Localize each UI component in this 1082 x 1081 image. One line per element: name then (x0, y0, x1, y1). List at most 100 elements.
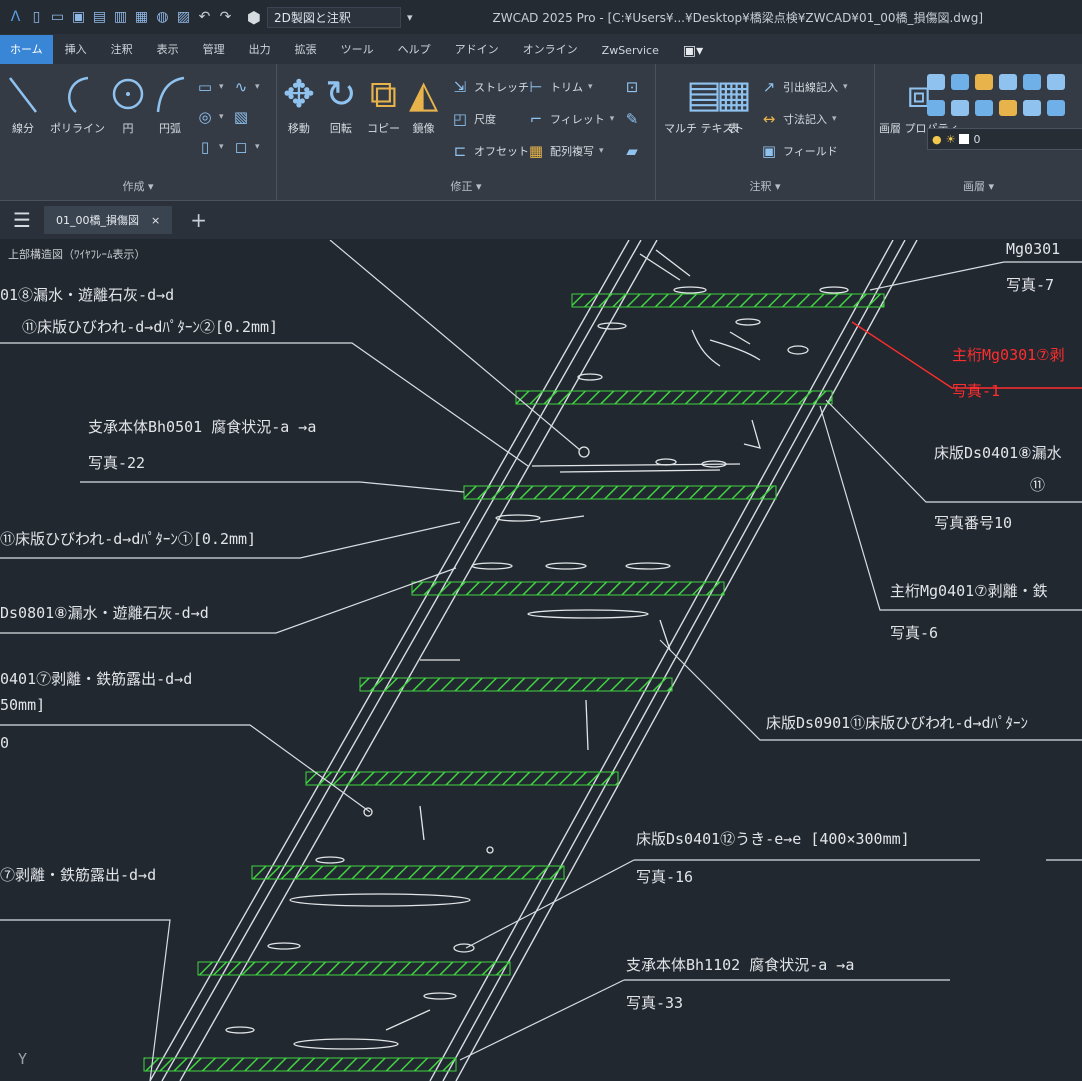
annotation-red-1: 主桁Mg0301⑦剥 (952, 346, 1065, 364)
circle-icon (112, 78, 144, 110)
ribbon-tab-6[interactable]: 拡張 (283, 41, 329, 64)
mirror-icon: ◭ (409, 72, 439, 116)
annotation-12: 写真-16 (636, 868, 694, 886)
annotation-3: 支承本体Bh0501 腐食状況-a →a (88, 418, 317, 436)
ribbon-tab-2[interactable]: 注釈 (99, 41, 145, 64)
ribbon-tab-0[interactable]: ホーム (0, 35, 53, 64)
print-icon[interactable]: ▥ (113, 9, 128, 26)
window-title: ZWCAD 2025 Pro - [C:¥Users¥...¥Desktop¥橋… (492, 10, 984, 25)
fillet-button[interactable]: ⌐ フィレット ▾ (527, 110, 615, 128)
ribbon-tab-3[interactable]: 表示 (145, 41, 191, 64)
save-icon[interactable]: ▣ (71, 9, 86, 26)
line-button[interactable]: 線分 (6, 72, 40, 136)
rotate-label: 回転 (329, 122, 352, 135)
layer-walk-icon[interactable] (927, 100, 945, 116)
move-button[interactable]: ✥ 移動 (283, 72, 315, 136)
mirror-button[interactable]: ◭ 鏡像 (409, 72, 438, 136)
chevron-down-icon[interactable]: ▾ (407, 11, 413, 24)
leader-button[interactable]: ↗ 引出線記入 ▾ (760, 78, 848, 96)
array-button[interactable]: ▦ 配列複写 ▾ (527, 142, 604, 160)
ribbon-tab-4[interactable]: 管理 (191, 41, 237, 64)
boundary-button[interactable]: ◻ ▾ (232, 138, 260, 156)
view-label: 上部構造図（ﾜｲﾔﾌﾚｰﾑ表示） (8, 248, 146, 261)
layer-freeze-icon[interactable] (951, 74, 969, 90)
trim-label: トリム (550, 81, 583, 94)
trim-button[interactable]: ⊢ トリム ▾ (527, 78, 592, 96)
layers-panel-title[interactable]: 画層 ▾ (875, 178, 1082, 194)
explode-button[interactable]: ⊡ (623, 78, 641, 96)
workspace-select[interactable]: 2D製図と注釈 (266, 6, 401, 28)
layer-delete-icon[interactable] (975, 100, 993, 116)
modify-panel-title[interactable]: 修正 ▾ (277, 178, 655, 194)
layer-lock-icon[interactable] (975, 74, 993, 90)
ribbon-tab-12[interactable]: ▣▾ (671, 43, 715, 64)
ribbon-tab-5[interactable]: 出力 (237, 41, 283, 64)
ucs-y-label: Y (18, 1050, 28, 1068)
drawing-canvas[interactable]: 上部構造図（ﾜｲﾔﾌﾚｰﾑ表示） 01⑧漏水・遊離石灰-d→d ⑪床版ひびわれ-… (0, 240, 1082, 1081)
copy-button[interactable]: ⧉ コピー (367, 72, 400, 136)
annotation-2: ⑪床版ひびわれ-d→dﾊﾟﾀｰﾝ②[0.2mm] (22, 318, 279, 336)
redo-icon[interactable]: ↷ (218, 9, 233, 26)
layer-unlock-icon[interactable] (999, 100, 1017, 116)
annotation-21: 写真-6 (890, 624, 939, 642)
layer-on-icon[interactable] (927, 74, 945, 90)
ribbon-tab-9[interactable]: アドイン (443, 41, 511, 64)
layer-thaw-icon[interactable] (1023, 100, 1041, 116)
arc-button[interactable]: 円弧 (152, 72, 188, 136)
ellipse-button[interactable]: ◎ ▾ (196, 108, 223, 126)
polyline-button[interactable]: ポリライン (50, 72, 105, 136)
scale-icon: ◰ (452, 110, 468, 128)
layer-isolate-icon[interactable] (999, 74, 1017, 90)
region-button[interactable]: ▯ ▾ (196, 138, 224, 156)
layer-match-icon[interactable] (1023, 74, 1041, 90)
rectangle-button[interactable]: ▭ ▾ (196, 78, 224, 96)
undo-icon[interactable]: ↶ (197, 9, 212, 26)
workspace-icon: ⬢ (247, 7, 261, 27)
stretch-button[interactable]: ⇲ ストレッチ (451, 78, 529, 96)
plot-icon[interactable]: ▦ (134, 9, 149, 26)
new-file-icon[interactable]: ▯ (29, 9, 44, 26)
app-logo-icon[interactable]: ᐱ (8, 9, 23, 26)
new-tab-icon[interactable]: + (190, 208, 207, 232)
stretch-label: ストレッチ (474, 81, 529, 94)
title-bar: ᐱ ▯ ▭ ▣ ▤ ▥ ▦ ◍ ▨ ↶ ↷ ⬢ 2D製図と注釈 ▾ ZWCAD … (0, 0, 1082, 34)
ribbon-tab-11[interactable]: ZwService (590, 44, 671, 64)
rotate-icon: ↻ (325, 72, 357, 116)
polyline-icon (67, 76, 88, 113)
layer-merge-icon[interactable] (951, 100, 969, 116)
chevron-down-icon: ▾ (609, 114, 615, 124)
layer-properties-button[interactable]: ⧈ 画層 プロパティ (879, 72, 959, 136)
annotation-17: 床版Ds0401⑧漏水 (934, 444, 1062, 462)
layer-off-icon[interactable] (1047, 100, 1065, 116)
ribbon-tab-1[interactable]: 挿入 (53, 41, 99, 64)
field-button[interactable]: ▣ フィールド (760, 142, 838, 160)
break-button[interactable]: ▰ (623, 142, 641, 160)
hatch-button[interactable]: ▧ (232, 108, 250, 126)
open-file-icon[interactable]: ▭ (50, 9, 65, 26)
draw-panel: 線分 ポリライン 円 円弧 ▭ ▾ ∿ ▾ ◎ ▾ ▧ ▯ ▾ ◻ ▾ 作成 ▾ (0, 64, 277, 200)
circle-button[interactable]: 円 (110, 72, 146, 136)
document-tab[interactable]: 01_00橋_損傷図 × (44, 206, 173, 234)
rotate-button[interactable]: ↻ 回転 (325, 72, 357, 136)
layer-previous-icon[interactable] (1047, 74, 1065, 90)
annotation-6: Ds0801⑧漏水・遊離石灰-d→d (0, 604, 209, 622)
draw-panel-title[interactable]: 作成 ▾ (0, 178, 276, 194)
offset-button[interactable]: ⊏ オフセット (451, 142, 529, 160)
annotation-panel-title[interactable]: 注釈 ▾ (656, 178, 874, 194)
workspace-switcher[interactable]: ⬢ 2D製図と注釈 ▾ (247, 6, 413, 28)
layer-dropdown[interactable]: ● ☀ 0 (927, 128, 1082, 150)
publish-icon[interactable]: ◍ (155, 9, 170, 26)
scale-button[interactable]: ◰ 尺度 (451, 110, 496, 128)
properties-icon[interactable]: ▨ (176, 9, 191, 26)
ribbon-tab-8[interactable]: ヘルプ (386, 41, 443, 64)
table-button[interactable]: ▦ 表 (716, 72, 752, 136)
drawing-svg (0, 240, 1082, 1081)
save-as-icon[interactable]: ▤ (92, 9, 107, 26)
close-icon[interactable]: × (151, 214, 160, 227)
erase-button[interactable]: ✎ (623, 110, 641, 128)
ribbon-tab-10[interactable]: オンライン (511, 41, 590, 64)
ribbon-tab-7[interactable]: ツール (329, 41, 386, 64)
dimension-button[interactable]: ↔ 寸法記入 ▾ (760, 110, 837, 128)
menu-icon[interactable]: ☰ (0, 208, 44, 232)
spline-button[interactable]: ∿ ▾ (232, 78, 260, 96)
